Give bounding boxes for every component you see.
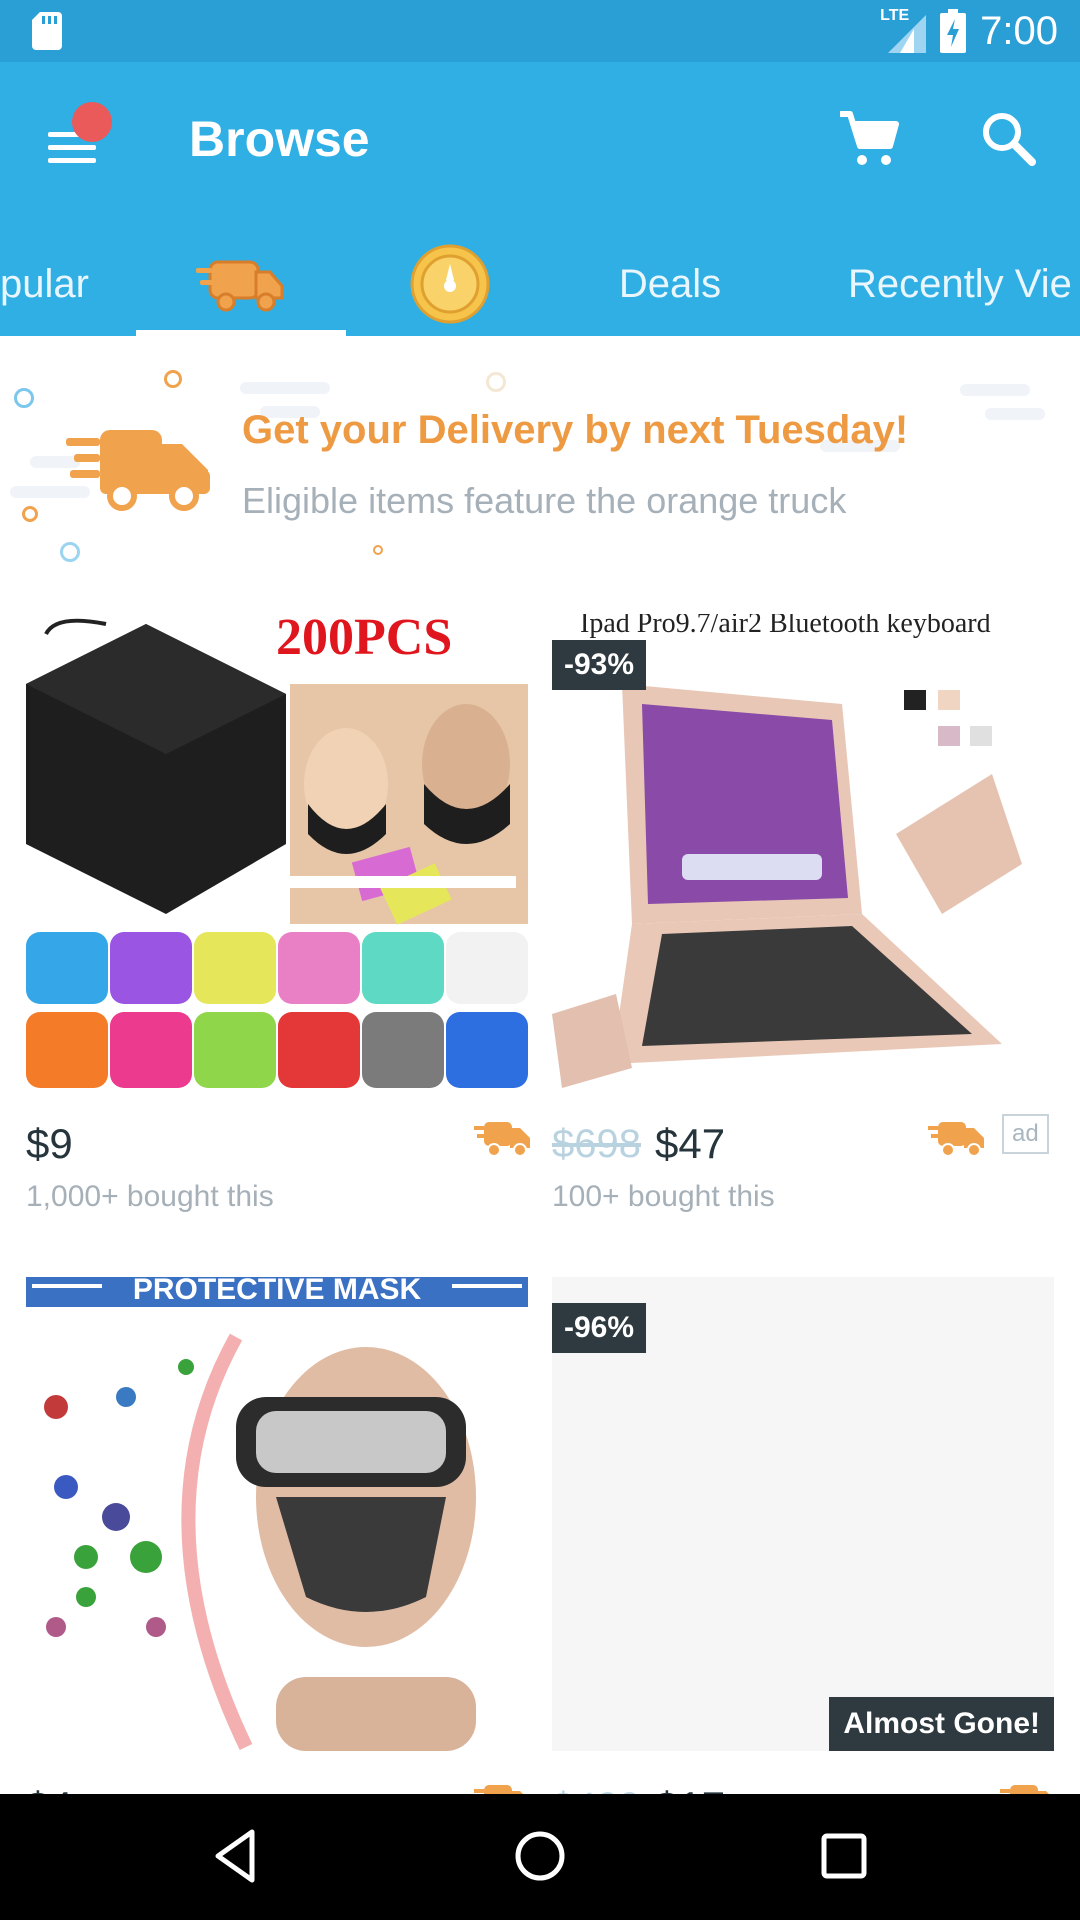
home-icon[interactable] — [508, 1824, 572, 1888]
tab-rewards[interactable] — [400, 232, 500, 336]
clock: 7:00 — [980, 8, 1058, 53]
orange-truck-icon — [66, 430, 210, 511]
product-image[interactable]: 200PCS — [26, 614, 528, 1088]
product-card-almost-gone[interactable]: -96% Almost Gone! $409 $17 — [552, 1277, 1056, 1837]
tab-recently-viewed[interactable]: Recently Vie — [848, 232, 1080, 336]
category-tabs: pular Deals Recently Vie — [0, 232, 1080, 336]
tab-popular-label: pular — [0, 261, 89, 306]
product-image-text: 200PCS — [276, 614, 452, 666]
banner-subtext: Eligible items feature the orange truck — [242, 480, 847, 521]
fast-delivery-truck-icon — [474, 1122, 530, 1157]
price: $47 — [654, 1120, 726, 1167]
product-image-text: Ipad Pro9.7/air2 Bluetooth keyboard — [580, 614, 991, 639]
page-title: Browse — [189, 111, 370, 167]
tab-deals[interactable]: Deals — [590, 232, 750, 336]
price-row: $698 $47 — [552, 1114, 725, 1174]
system-navigation-bar — [0, 1794, 1080, 1920]
bought-count: 1,000+ bought this — [26, 1180, 274, 1213]
original-price: $698 — [552, 1121, 641, 1166]
tab-delivery[interactable] — [136, 232, 346, 336]
sd-card-icon — [32, 12, 62, 50]
tab-popular[interactable]: pular — [0, 232, 90, 336]
lte-signal-icon: LTE — [880, 7, 927, 53]
product-image[interactable]: PROTECTIVE MASK — [26, 1277, 528, 1751]
product-card-ipad-keyboard[interactable]: Ipad Pro9.7/air2 Bluetooth keyboard -93%… — [552, 614, 1054, 1234]
product-image[interactable]: Ipad Pro9.7/air2 Bluetooth keyboard -93% — [552, 614, 1054, 1088]
notification-dot — [72, 102, 112, 142]
product-image-text: PROTECTIVE MASK — [133, 1277, 422, 1306]
price-row: $9 — [26, 1114, 73, 1174]
product-image-placeholder[interactable]: -96% Almost Gone! — [552, 1277, 1054, 1751]
fast-delivery-truck-icon — [928, 1122, 984, 1157]
back-icon[interactable] — [204, 1824, 268, 1888]
bought-count: 100+ bought this — [552, 1180, 775, 1213]
status-bar: LTE 7:00 — [0, 0, 1080, 62]
almost-gone-label: Almost Gone! — [829, 1697, 1054, 1751]
delivery-truck-icon — [196, 260, 284, 312]
banner-headline: Get your Delivery by next Tuesday! — [242, 408, 909, 452]
tab-deals-label: Deals — [618, 261, 722, 306]
discount-badge: -96% — [552, 1303, 647, 1353]
gold-coin-icon — [410, 244, 490, 324]
product-card-masks[interactable]: 200PCS $9 1,000+ bought this — [26, 614, 530, 1234]
delivery-banner[interactable]: Get your Delivery by next Tuesday! Eligi… — [0, 336, 1080, 576]
search-icon[interactable] — [978, 108, 1040, 170]
product-card-protective-mask[interactable]: PROTECTIVE MASK $4 — [26, 1277, 530, 1837]
discount-badge: -93% — [552, 640, 647, 690]
cart-icon[interactable] — [838, 108, 900, 170]
app-bar: Browse pular Deals Recently Vie — [0, 62, 1080, 336]
tab-recently-viewed-label: Recently Vie — [848, 261, 1072, 306]
battery-charging-icon — [940, 9, 967, 53]
ad-label: ad — [1002, 1114, 1049, 1154]
recent-apps-icon[interactable] — [812, 1824, 876, 1888]
price: $9 — [26, 1120, 73, 1167]
